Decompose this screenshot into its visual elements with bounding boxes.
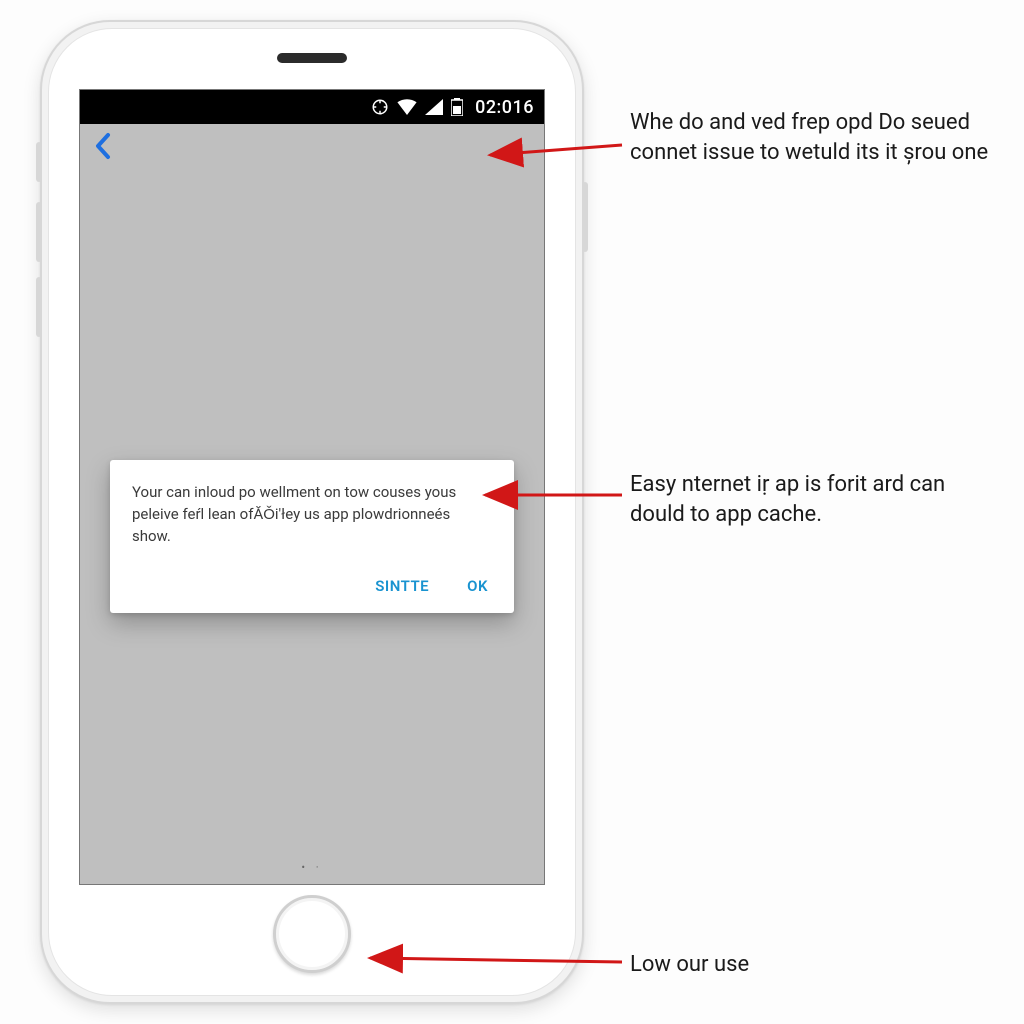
status-clock: 02:016 — [475, 97, 534, 118]
speaker-grille — [277, 53, 347, 63]
annotation-2: Easy nternet iṛ ap is forit ard can doul… — [630, 470, 990, 529]
alert-message: Your can inloud po wellment on tow couse… — [132, 482, 492, 547]
alert-secondary-button[interactable]: SINTTE — [371, 571, 433, 601]
battery-icon — [451, 98, 463, 116]
volume-up-button — [36, 202, 42, 262]
home-button[interactable] — [273, 895, 351, 973]
nav-bar — [80, 124, 544, 172]
alert-actions: SINTTE OK — [132, 571, 492, 601]
alert-dialog: Your can inloud po wellment on tow couse… — [110, 460, 514, 613]
wifi-icon — [397, 99, 417, 115]
mute-switch — [36, 142, 42, 182]
back-button[interactable] — [94, 132, 112, 165]
alert-primary-button[interactable]: OK — [463, 571, 492, 601]
phone-body: 02:016 Your can inloud po wellment on to… — [48, 28, 576, 996]
sync-icon — [371, 98, 389, 116]
screen: 02:016 Your can inloud po wellment on to… — [79, 89, 545, 885]
power-button — [582, 182, 588, 252]
annotation-1: Whe do and ved frep opd Do seued connet … — [630, 108, 990, 167]
page-indicator: • · — [301, 861, 322, 874]
annotation-3: Low our use — [630, 950, 749, 980]
phone-frame: 02:016 Your can inloud po wellment on to… — [40, 20, 584, 1004]
volume-down-button — [36, 277, 42, 337]
status-bar: 02:016 — [80, 90, 544, 124]
signal-icon — [425, 99, 443, 115]
